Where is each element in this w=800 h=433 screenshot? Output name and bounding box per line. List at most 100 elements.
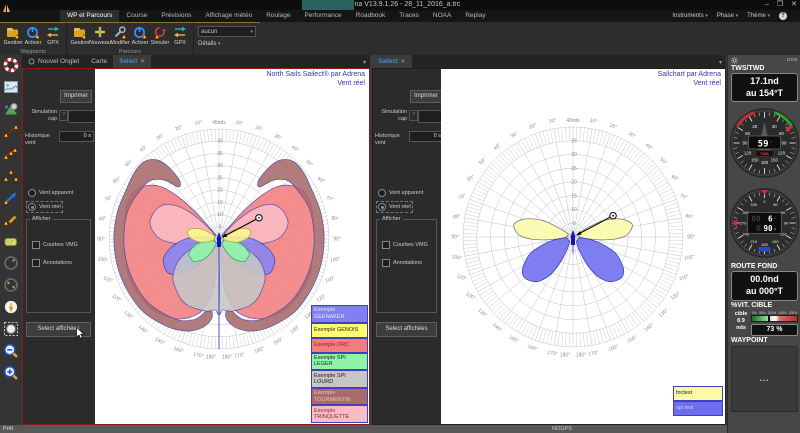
tws-twd-label: TWS/TWD [728, 64, 800, 73]
checkbox-courbes-vmg[interactable]: Courbes VMG [382, 241, 428, 249]
menu-tab-noaa[interactable]: NOAA [426, 10, 458, 22]
radio-vent-reel[interactable]: Vent réel [378, 203, 411, 211]
menu-instruments-dropdown[interactable]: Instruments ▾ [672, 13, 708, 19]
zoom-in-button[interactable] [2, 365, 20, 386]
range-circle-icon [3, 255, 19, 276]
mob-lifebuoy-button[interactable] [2, 57, 20, 78]
menu-tab-course[interactable]: Course [119, 10, 154, 22]
wrench-icon [113, 25, 127, 39]
menu-tab-affichage-m-t-o[interactable]: Affichage météo [198, 10, 259, 22]
menu-tab-traces[interactable]: Traces [392, 10, 426, 22]
tab-select[interactable]: Select✕ [113, 55, 151, 68]
twa-dial[interactable]: 30306060909012012015015018059°TWA [728, 103, 800, 183]
history-wind-input[interactable]: 0 s [409, 131, 444, 142]
legend-item-exemple-spi-lourd[interactable]: Exemple SPI LOURD [311, 370, 368, 388]
legend-item-foctest[interactable]: foctest [673, 386, 723, 401]
ribbon-button-gpx[interactable]: GPX [170, 24, 190, 46]
chevron-down-icon[interactable]: ▾ [363, 59, 366, 66]
svg-text:10: 10 [571, 207, 577, 213]
compass-button[interactable] [2, 299, 20, 320]
svg-text:30: 30 [752, 124, 757, 129]
svg-text:150°: 150° [626, 334, 638, 344]
close-button[interactable]: ✕ [791, 0, 797, 10]
svg-text:90: 90 [763, 224, 773, 233]
ribbon-button-nouveau[interactable]: Nouveau [90, 24, 110, 46]
legend-item-exemple-tourmentin[interactable]: Exemple TOURMENTIN [311, 388, 368, 406]
svg-text:60: 60 [745, 131, 750, 136]
help-button[interactable]: ? [779, 12, 787, 20]
waypoint-value: ... [731, 346, 798, 412]
compass-dial[interactable]: 0306090120150180210240270300330006°090s [728, 184, 800, 262]
svg-text:59: 59 [758, 140, 769, 150]
route-dashed-button[interactable] [2, 123, 20, 144]
legend-item-exemple-orc[interactable]: Exemple ORC [311, 338, 368, 353]
checkbox-courbes-vmg[interactable]: Courbes VMG [32, 241, 78, 249]
svg-text:180°: 180° [560, 353, 570, 359]
print-button[interactable]: Imprimer [60, 90, 92, 103]
route-select-dropdown[interactable]: aucun ▾ [198, 26, 256, 37]
menu-phase-dropdown[interactable]: Phase ▾ [717, 13, 738, 19]
waypoints-group-button[interactable] [2, 167, 20, 188]
svg-text:70°: 70° [325, 195, 334, 203]
ribbon-button-gestion[interactable]: Gestion [3, 24, 23, 46]
titlebar: Adrena V13.9.1.26 - 28_11_2016_a.trc – ❐… [0, 0, 800, 10]
zoom-window-button[interactable] [2, 321, 20, 342]
ribbon-button-activer[interactable]: Activer [23, 24, 43, 46]
menu-tab-replay[interactable]: Replay [458, 10, 492, 22]
legend-item-exemple-genois[interactable]: Exemple GENOIS [311, 323, 368, 338]
draw-button[interactable] [2, 211, 20, 232]
maximize-button[interactable]: ❐ [777, 0, 783, 10]
ribbon-button-gestion[interactable]: Gestion [70, 24, 90, 46]
checkbox-annotations[interactable]: Annotations [32, 259, 72, 267]
eraser-button[interactable] [2, 233, 20, 254]
chart-button[interactable] [2, 79, 20, 100]
ribbon-button-gpx[interactable]: GPX [43, 24, 63, 46]
zoom-out-button[interactable] [2, 343, 20, 364]
ribbon-button-activer[interactable]: Activer [130, 24, 150, 46]
legend-item-exemple-geenaker[interactable]: Exemple GEENAKER [311, 305, 368, 323]
close-tab-icon[interactable]: ✕ [401, 58, 406, 65]
chevron-down-icon[interactable]: ▾ [719, 59, 722, 66]
ribbon-button-modifier[interactable]: Modifier [110, 24, 130, 46]
radio-vent-apparent[interactable]: Vent apparent [378, 189, 423, 197]
close-tab-icon[interactable]: ✕ [140, 58, 145, 65]
waypoints-button[interactable] [2, 145, 20, 166]
tab-sailect[interactable]: Sailect✕ [372, 55, 412, 68]
svg-text:20°: 20° [528, 122, 537, 130]
svg-text:35: 35 [217, 151, 223, 157]
tab-carte[interactable]: Carte [85, 55, 113, 68]
menu-tab-roadbook[interactable]: Roadbook [349, 10, 393, 22]
menu-tab-performance[interactable]: Performance [297, 10, 348, 22]
range-circle-2-button[interactable] [2, 277, 20, 298]
checkbox-annotations[interactable]: Annotations [382, 259, 422, 267]
menu-th-me-dropdown[interactable]: Thème ▾ [747, 13, 770, 19]
legend-item-exemple-trinquette[interactable]: Exemple TRINQUETTE [311, 405, 368, 423]
chart-route-button[interactable] [2, 101, 20, 122]
radio-vent-apparent[interactable]: Vent apparent [28, 189, 73, 197]
tab-nouvel-onglet[interactable]: Nouvel Onglet [22, 55, 85, 68]
minimize-button[interactable]: – [765, 0, 769, 10]
simulation-cap-input[interactable] [68, 110, 96, 123]
tws-twd-value[interactable]: 17.1nd au 154°T [731, 73, 798, 102]
right-polar-chart[interactable]: 10°10°20°20°30°30°40°40°50°50°60°60°70°7… [441, 69, 725, 424]
zoom-window-icon [3, 321, 19, 342]
svg-text:150: 150 [771, 158, 779, 163]
menu-tab-pr-visions[interactable]: Prévisions [154, 10, 198, 22]
menu-tab-roulage[interactable]: Roulage [259, 10, 297, 22]
legend-item-spi-test[interactable]: spi test [673, 401, 723, 416]
svg-text:210: 210 [750, 240, 757, 245]
menu-tab-wp-et-parcours[interactable]: WP et Parcours [60, 10, 119, 22]
radio-vent-reel[interactable]: Vent réel [28, 203, 61, 211]
route-fond-value[interactable]: 00.0nd au 000°T [731, 271, 798, 300]
details-dropdown[interactable]: Détails ▾ [198, 41, 256, 47]
ribbon-button-simuler[interactable]: Simuler [150, 24, 170, 46]
range-circle-button[interactable] [2, 255, 20, 276]
svg-text:15: 15 [217, 200, 223, 206]
print-button[interactable]: Imprimer [410, 90, 442, 103]
svg-text:140°: 140° [137, 324, 149, 335]
legend-item-exemple-spi-leger[interactable]: Exemple SPI LEGER [311, 353, 368, 371]
select-affichees-button[interactable]: Select affichées [376, 322, 437, 337]
bearing-button[interactable] [2, 189, 20, 210]
waypoints-group-icon [3, 167, 19, 188]
history-wind-input[interactable]: 0 s [59, 131, 94, 142]
